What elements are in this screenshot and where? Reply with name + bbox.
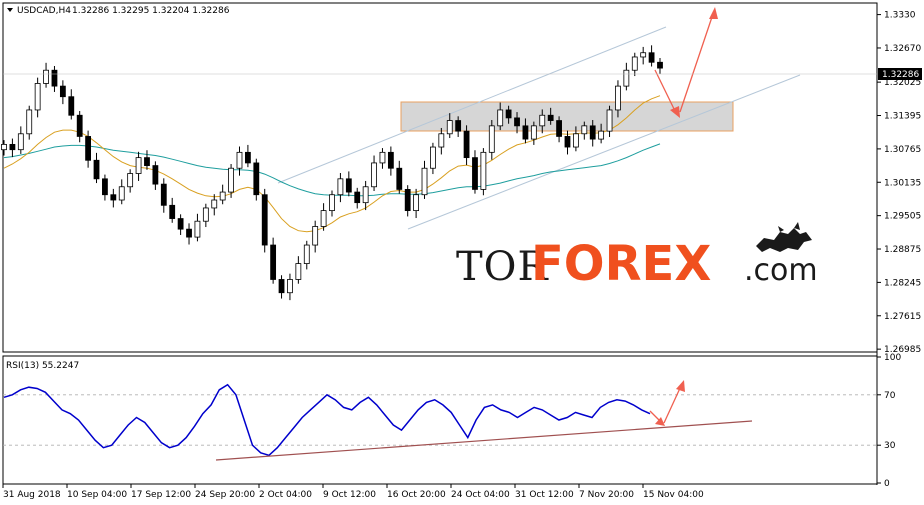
price-tick-label: 1.32670 bbox=[884, 44, 921, 54]
time-tick-label: 31 Oct 12:00 bbox=[515, 490, 574, 500]
time-tick-label: 24 Sep 20:00 bbox=[195, 490, 255, 500]
brand-forex: FOREX bbox=[531, 236, 711, 292]
price-tick-label: 1.30765 bbox=[884, 145, 921, 155]
ohlc-label: 1.32286 1.32295 1.32204 1.32286 bbox=[72, 6, 230, 16]
price-axis-ticks: 1.33301.326701.320251.313951.307651.3013… bbox=[877, 11, 921, 355]
time-tick-label: 10 Sep 04:00 bbox=[67, 490, 127, 500]
candle bbox=[253, 158, 260, 201]
chart-header: USDCAD,H4 1.32286 1.32295 1.32204 1.3228… bbox=[7, 6, 230, 16]
time-axis-ticks: 31 Aug 2018 10 Sep 04:00 17 Sep 12:00 24 Se… bbox=[2, 484, 704, 500]
rsi-header-label: RSI(13) 55.2247 bbox=[6, 361, 79, 371]
current-price-value: 1.32286 bbox=[882, 70, 919, 80]
time-tick-label: 2 Oct 04:00 bbox=[259, 490, 312, 500]
brand-com: .com bbox=[744, 253, 818, 288]
rsi-axis-ticks: 100 70 30 0 bbox=[877, 353, 901, 489]
rsi-tick-label: 30 bbox=[884, 441, 896, 451]
price-tick-label: 1.28875 bbox=[884, 245, 921, 255]
candle bbox=[480, 148, 487, 196]
time-tick-label: 15 Nov 04:00 bbox=[643, 490, 704, 500]
symbol-label: USDCAD,H4 bbox=[17, 6, 71, 16]
price-tick-label: 1.30135 bbox=[884, 178, 921, 188]
rsi-tick-label: 100 bbox=[884, 353, 901, 363]
price-tick-label: 1.28245 bbox=[884, 278, 921, 288]
time-tick-label: 17 Sep 12:00 bbox=[131, 490, 191, 500]
candle bbox=[261, 188, 268, 253]
forex-chart: 1.33301.326701.320251.313951.307651.3013… bbox=[1, 2, 922, 500]
rsi-tick-label: 70 bbox=[884, 391, 896, 401]
time-tick-label: 9 Oct 12:00 bbox=[323, 490, 376, 500]
price-tick-label: 1.29505 bbox=[884, 212, 921, 222]
main-chart-panel bbox=[2, 2, 878, 353]
time-tick-label: 7 Nov 20:00 bbox=[579, 490, 634, 500]
price-tick-label: 1.3330 bbox=[884, 11, 916, 21]
time-tick-label: 31 Aug 2018 bbox=[3, 490, 61, 500]
price-tick-label: 1.27615 bbox=[884, 312, 921, 322]
rsi-tick-label: 0 bbox=[884, 479, 890, 489]
time-tick-label: 16 Oct 20:00 bbox=[387, 490, 446, 500]
price-tick-label: 1.31395 bbox=[884, 112, 921, 122]
time-tick-label: 24 Oct 04:00 bbox=[451, 490, 510, 500]
